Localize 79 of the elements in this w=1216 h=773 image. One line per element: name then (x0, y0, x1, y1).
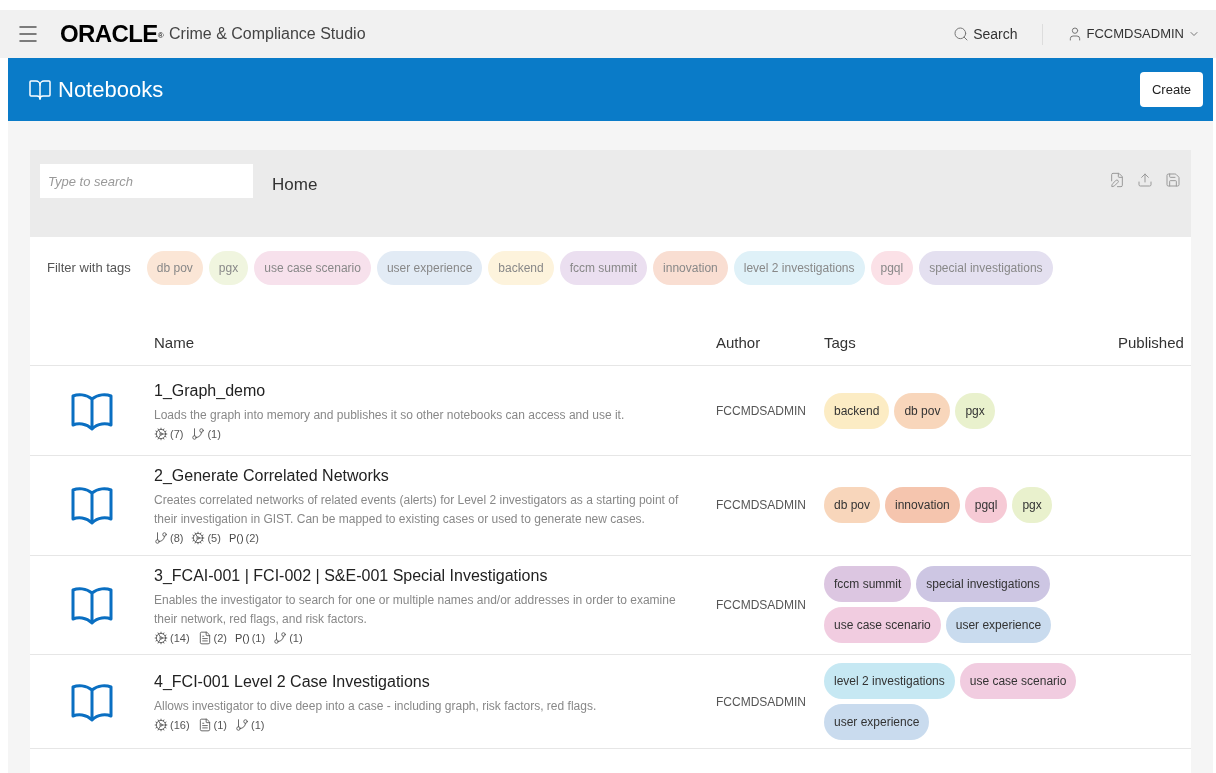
column-header: Author (716, 332, 762, 353)
search-icon (953, 26, 970, 42)
branch-icon (191, 427, 206, 441)
tag-chip: level 2 investigations (824, 663, 955, 699)
tag-chip: user experience (945, 607, 1052, 644)
filter-label: Filter with tags (47, 259, 131, 278)
notebook-title[interactable]: 1_Graph_demo (154, 378, 716, 403)
meta-count: (1) (207, 426, 221, 442)
gear-icon (154, 427, 168, 441)
tag-chip: user experience (824, 704, 930, 740)
tag-chip: fccm summit (824, 566, 912, 603)
notebook-description: Creates correlated networks of related events (alerts) for Level 2 investigators as a starting point of their investigation in GIST. Can be mapped to existing cases or used to generate new cases. (154, 492, 680, 528)
tag-chip: db pov (894, 392, 951, 429)
filter-tag[interactable]: pgx (208, 251, 249, 285)
page-title: Notebooks (58, 76, 164, 104)
upload-icon[interactable] (1137, 172, 1153, 188)
filter-tag[interactable]: level 2 investigations (733, 251, 865, 285)
tag-chip: special investigations (916, 566, 1050, 603)
search-button[interactable]: Search (953, 23, 1043, 45)
filter-tag[interactable]: backend (488, 251, 554, 285)
tag-chip: use case scenario (959, 663, 1077, 699)
filter-tag[interactable]: innovation (653, 251, 728, 285)
tag-chip: use case scenario (824, 607, 941, 644)
notebook-title[interactable]: 3_FCAI-001 | FCI-002 | S&E-001 Special Investigations (154, 563, 716, 588)
tag-chip: pgql (964, 487, 1008, 524)
author-name: FCCMDSADMIN (716, 693, 807, 711)
branch-icon (273, 630, 288, 645)
save-icon[interactable] (1165, 172, 1181, 188)
meta-count: (1) (251, 717, 265, 733)
tag-chip: pgx (1012, 487, 1052, 524)
notebook-title[interactable]: 2_Generate Correlated Networks (154, 464, 716, 488)
column-header: Tags (824, 332, 857, 353)
gear-icon (154, 630, 168, 645)
meta-count: (7) (170, 426, 184, 442)
author-name: FCCMDSADMIN (716, 497, 807, 515)
tag-chip: db pov (824, 487, 881, 524)
meta-count: (8) (170, 531, 184, 546)
tag-chip: pgx (955, 392, 995, 429)
tag-chip: backend (824, 392, 890, 429)
notebook-row[interactable]: 1_Graph_demo Loads the graph into memory and publishes it so other notebooks can access and use it. (7) (1) FCCMDSADMIN backend db pov pgx (30, 366, 1191, 456)
meta-count: (1) (213, 717, 227, 733)
column-header: Name (154, 332, 195, 353)
branch-icon (235, 718, 249, 732)
notebook-description: Loads the graph into memory and publishes it so other notebooks can access and use it. (154, 406, 626, 424)
gear-icon (154, 718, 168, 732)
search-field[interactable]: Type to search (40, 164, 253, 198)
meta-count: (2) (213, 630, 227, 646)
filter-tag[interactable]: fccm summit (559, 251, 648, 285)
notebook-title[interactable]: 4_FCI-001 Level 2 Case Investigations (154, 669, 716, 694)
params-glyph: P() (228, 531, 244, 546)
edit-icon[interactable] (1109, 172, 1125, 188)
meta-count: (2) (245, 531, 260, 546)
document-icon (197, 718, 212, 732)
filter-tag[interactable]: special investigations (919, 251, 1053, 285)
filter-tag[interactable]: db pov (146, 251, 203, 285)
filter-tag[interactable]: use case scenario (254, 251, 371, 285)
meta-count: (5) (207, 531, 221, 546)
book-icon (28, 77, 52, 102)
column-header: Published (1118, 332, 1184, 353)
product-name: Crime & Compliance Studio (169, 24, 366, 44)
notebook-description: Enables the investigator to search for one or multiple names and/or addresses in order to examine their network, red flags, and risk factors. (154, 591, 677, 628)
author-name: FCCMDSADMIN (716, 596, 807, 614)
tag-chip: innovation (885, 487, 960, 524)
meta-count: (1) (251, 630, 266, 646)
branch-icon (154, 531, 168, 546)
document-icon (197, 630, 212, 645)
gear-icon (191, 531, 206, 546)
create-button[interactable]: Create (1139, 71, 1203, 108)
filter-tag[interactable]: user experience (376, 251, 483, 285)
notebook-description: Allows investigator to dive deep into a case - including graph, risk factors, red flags. (154, 697, 598, 715)
user-menu[interactable]: FCCMDSADMIN (1042, 24, 1200, 44)
meta-count: (1) (289, 630, 303, 646)
breadcrumb: Home (272, 174, 318, 196)
meta-count: (14) (170, 630, 190, 646)
brand-logo: ORACLE$^{®}$ (60, 19, 164, 49)
meta-count: (16) (170, 717, 190, 733)
author-name: FCCMDSADMIN (716, 402, 807, 420)
filter-tag[interactable]: pgql (870, 251, 914, 285)
params-glyph: P() (235, 630, 250, 646)
